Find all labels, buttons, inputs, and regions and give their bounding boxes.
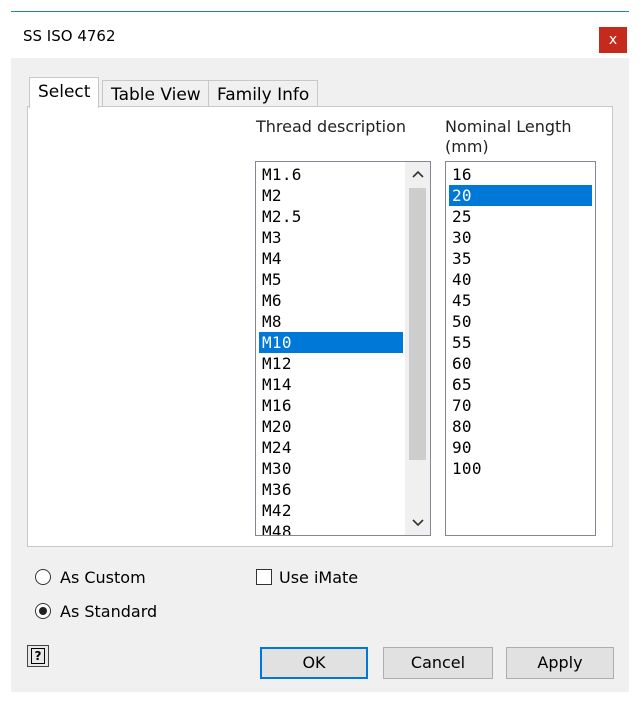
length-list-item[interactable]: 100 xyxy=(449,458,592,479)
thread-list-item[interactable]: M2.5 xyxy=(259,206,403,227)
tab-family-info[interactable]: Family Info xyxy=(208,80,319,108)
length-list-item[interactable]: 35 xyxy=(449,248,592,269)
thread-description-label: Thread description xyxy=(256,117,406,136)
length-list-item[interactable]: 16 xyxy=(449,164,592,185)
thread-list-item[interactable]: M5 xyxy=(259,269,403,290)
as-custom-label: As Custom xyxy=(60,568,146,587)
help-button[interactable]: ? xyxy=(27,645,49,667)
ok-button[interactable]: OK xyxy=(260,647,368,679)
thread-list-item[interactable]: M2 xyxy=(259,185,403,206)
nominal-length-label-line1: Nominal Length xyxy=(445,117,572,136)
length-list-item[interactable]: 60 xyxy=(449,353,592,374)
thread-list-item[interactable]: M42 xyxy=(259,500,403,521)
thread-list-item[interactable]: M4 xyxy=(259,248,403,269)
length-list-item[interactable]: 20 xyxy=(449,185,592,206)
thread-description-list[interactable]: M1.6 M2 M2.5 M3 M4 M5 M6 M8 M10 M12 M14 M16 M20 M24 M3… xyxy=(255,161,431,536)
as-standard-label: As Standard xyxy=(60,602,158,621)
scroll-up-arrow-icon[interactable] xyxy=(405,162,430,186)
help-icon: ? xyxy=(31,648,45,664)
as-standard-radio[interactable] xyxy=(35,603,51,619)
thread-list-item[interactable]: M24 xyxy=(259,437,403,458)
length-list-item[interactable]: 55 xyxy=(449,332,592,353)
use-imate-checkbox[interactable] xyxy=(256,569,272,585)
thread-list-item[interactable]: M1.6 xyxy=(259,164,403,185)
thread-list-item[interactable]: M12 xyxy=(259,353,403,374)
length-list-item[interactable]: 45 xyxy=(449,290,592,311)
length-list-item[interactable]: 65 xyxy=(449,374,592,395)
length-list-item[interactable]: 90 xyxy=(449,437,592,458)
nominal-length-label: Nominal Length (mm) xyxy=(445,117,571,157)
length-list-item[interactable]: 40 xyxy=(449,269,592,290)
thread-list-scrollbar[interactable] xyxy=(405,162,430,535)
title-bar: SS ISO 4762 x xyxy=(11,12,629,58)
thread-list-item[interactable]: M16 xyxy=(259,395,403,416)
thread-list-item[interactable]: M20 xyxy=(259,416,403,437)
length-list-item[interactable]: 30 xyxy=(449,227,592,248)
cancel-button[interactable]: Cancel xyxy=(383,647,493,679)
thread-list-item[interactable]: M10 xyxy=(259,332,403,353)
use-imate-label: Use iMate xyxy=(279,568,359,587)
length-list-item[interactable]: 70 xyxy=(449,395,592,416)
tab-select[interactable]: Select xyxy=(29,77,100,108)
select-tab-panel: Thread description Nominal Length (mm) M… xyxy=(27,106,613,547)
nominal-length-label-line2: (mm) xyxy=(445,137,489,156)
length-list-item[interactable]: 80 xyxy=(449,416,592,437)
apply-button[interactable]: Apply xyxy=(506,647,614,679)
thread-list-item[interactable]: M3 xyxy=(259,227,403,248)
close-button[interactable]: x xyxy=(599,27,627,53)
nominal-length-list[interactable]: 16 20 25 30 35 40 45 50 55 60 65 70 80 90 100 xyxy=(445,161,596,536)
window-title: SS ISO 4762 xyxy=(23,27,116,45)
thread-list-item[interactable]: M30 xyxy=(259,458,403,479)
thread-list-item[interactable]: M14 xyxy=(259,374,403,395)
tab-table-view[interactable]: Table View xyxy=(102,80,210,108)
thread-list-item[interactable]: M6 xyxy=(259,290,403,311)
thread-list-item[interactable]: M36 xyxy=(259,479,403,500)
thread-list-item[interactable]: M8 xyxy=(259,311,403,332)
scroll-thumb[interactable] xyxy=(409,188,426,460)
length-list-item[interactable]: 25 xyxy=(449,206,592,227)
length-list-item[interactable]: 50 xyxy=(449,311,592,332)
thread-list-item[interactable]: M48 xyxy=(259,521,403,535)
dialog-client: Select Table View Family Info Thread des… xyxy=(11,58,629,692)
as-custom-radio[interactable] xyxy=(35,569,51,585)
scroll-down-arrow-icon[interactable] xyxy=(405,511,430,535)
